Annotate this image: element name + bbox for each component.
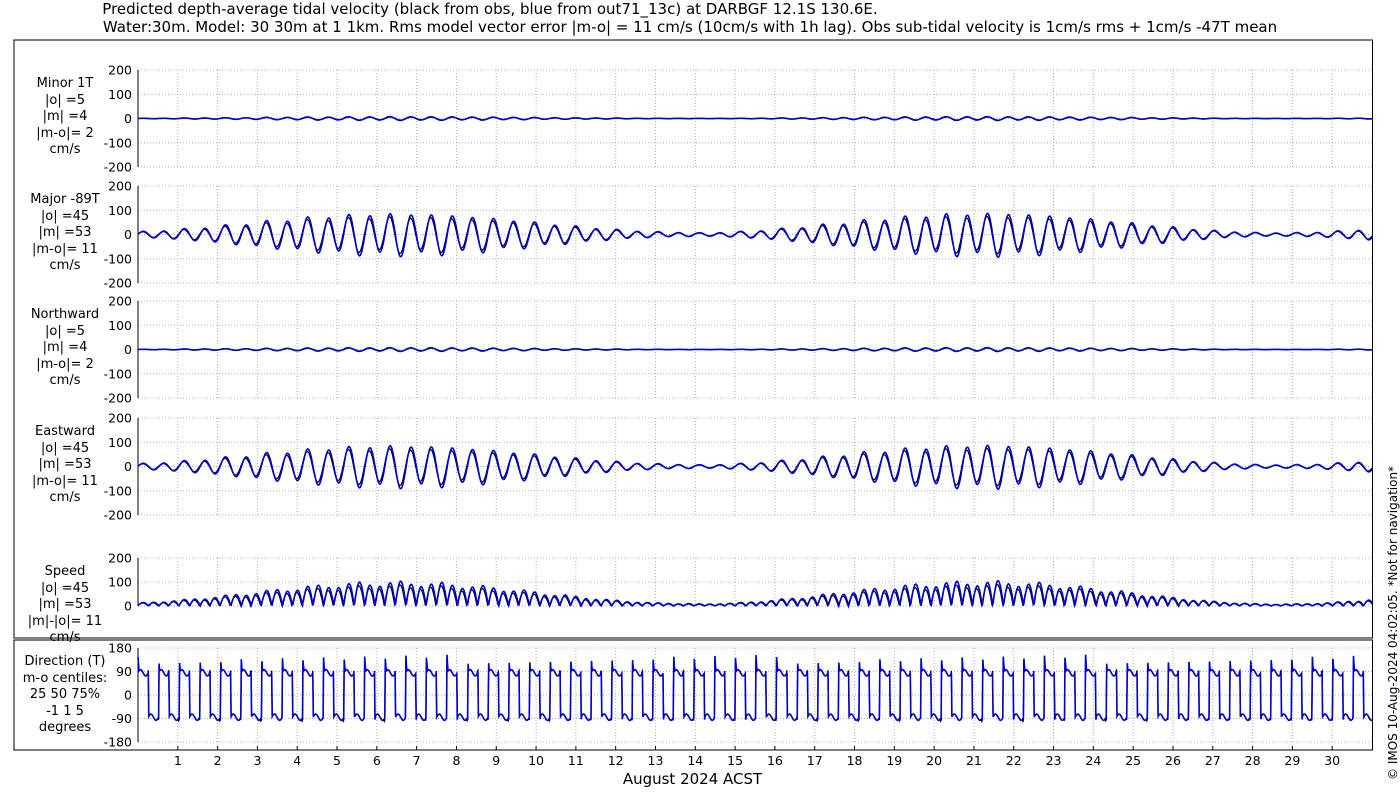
panel-label-line: |m| =53 [38,597,92,612]
x-tick-label: 22 [1006,753,1022,768]
x-tick-label: 18 [847,753,863,768]
panel-label-speed: Speed |o| =45 |m| =53 |m|-|o|= 11 cm/s [5,564,125,647]
panel-label-line: |o| =5 [44,92,85,108]
panel-label-line: |m-o|= 11 [32,473,98,489]
x-tick-label: 23 [1046,753,1062,768]
panel-label-line: degrees [38,720,92,735]
panel-label-line: cm/s [49,258,81,273]
x-tick-label: 30 [1324,753,1340,768]
y-tick-label: 0 [124,342,132,357]
x-tick-label: 7 [413,753,421,768]
x-tick-label: 13 [648,753,664,768]
panel-label-line: |m| =4 [42,109,88,124]
y-tick-label: -200 [104,276,132,291]
panel-label-direction: Direction (T) m-o centiles: 25 50 75% -1 1 … [5,654,125,737]
x-tick-label: 8 [452,753,460,768]
panel-label-line: |o| =5 [44,323,85,339]
x-tick-label: 12 [608,753,624,768]
plot-area: 2001000-100-2002001000-100-2002001000-10… [13,39,1373,768]
x-tick-label: 17 [807,753,823,768]
x-tick-label: 20 [926,753,942,768]
x-tick-label: 24 [1085,753,1101,768]
y-tick-label: 0 [124,599,132,614]
panel-label-line: 25 50 75% [29,687,101,702]
panel-label-line: Northward [30,307,100,322]
x-tick-label: 4 [293,753,301,768]
panel-label-line: |m| =53 [38,225,92,240]
panel-label-line: cm/s [49,373,81,388]
x-tick-label: 26 [1165,753,1181,768]
x-tick-label: 9 [492,753,500,768]
panel-label-line: |m| =53 [38,457,92,472]
y-tick-label: 0 [124,227,132,242]
series-line-speed-model [137,579,1373,609]
copyright-note: © IMOS 10-Aug-2024 04:02:05. *Not for na… [1386,465,1400,780]
x-tick-label: 21 [966,753,982,768]
series-line-minor-model [138,116,1373,121]
x-tick-label: 29 [1284,753,1300,768]
x-axis-label: August 2024 ACST [622,770,763,788]
panel-label-line: |m-o|= 2 [36,356,94,372]
panel-label-line: m-o centiles: [22,670,108,686]
panel-label-line: cm/s [49,142,81,157]
x-tick-label: 27 [1205,753,1221,768]
panel-label-major: Major -89T |o| =45 |m| =53 |m-o|= 11 cm/s [5,192,125,275]
y-tick-label: -200 [104,160,132,175]
y-tick-label: 0 [124,111,132,126]
x-tick-label: 16 [767,753,783,768]
x-tick-label: 6 [373,753,381,768]
x-tick-label: 19 [886,753,902,768]
x-tick-label: 2 [214,753,222,768]
panel-label-line: |m-o|= 11 [32,241,98,257]
y-tick-label: -180 [104,735,132,750]
x-tick-label: 15 [727,753,743,768]
y-tick-label: 0 [124,688,132,703]
panel-label-line: Direction (T) [24,654,106,669]
x-tick-label: 5 [333,753,341,768]
x-tick-label: 25 [1125,753,1141,768]
x-tick-label: 11 [568,753,584,768]
x-tick-label: 1 [174,753,182,768]
panel-label-minor: Minor 1T |o| =5 |m| =4 |m-o|= 2 cm/s [5,76,125,159]
panel-label-eastward: Eastward |o| =45 |m| =53 |m-o|= 11 cm/s [5,424,125,507]
series-line-direction-model [137,654,1373,722]
x-tick-label: 10 [528,753,544,768]
panel-label-line: |m-o|= 2 [36,125,94,141]
x-tick-label: 28 [1245,753,1261,768]
panel-label-line: |o| =45 [40,440,90,456]
panel-label-line: |o| =45 [40,208,90,224]
upper-frame [13,39,1373,639]
tidal-velocity-figure: Predicted depth-average tidal velocity (… [0,0,1400,800]
x-tick-label: 3 [253,753,261,768]
y-tick-label: -200 [104,391,132,406]
panel-label-line: cm/s [49,490,81,505]
panel-label-line: Major -89T [30,192,100,207]
panel-label-northward: Northward |o| =5 |m| =4 |m-o|= 2 cm/s [5,307,125,390]
panel-label-line: |o| =45 [40,580,90,596]
panel-label-line: |m|-|o|= 11 [27,613,103,629]
panel-label-line: Speed [44,564,86,579]
panel-label-line: |m| =4 [42,340,88,355]
panel-label-line: Eastward [34,424,96,439]
y-tick-label: -200 [104,508,132,523]
panel-label-line: Minor 1T [36,76,94,91]
x-tick-label: 14 [687,753,703,768]
y-tick-label: 0 [124,459,132,474]
panel-label-line: cm/s [49,630,81,645]
panel-label-line: -1 1 5 [46,703,84,719]
series-line-northward-model [138,347,1373,352]
